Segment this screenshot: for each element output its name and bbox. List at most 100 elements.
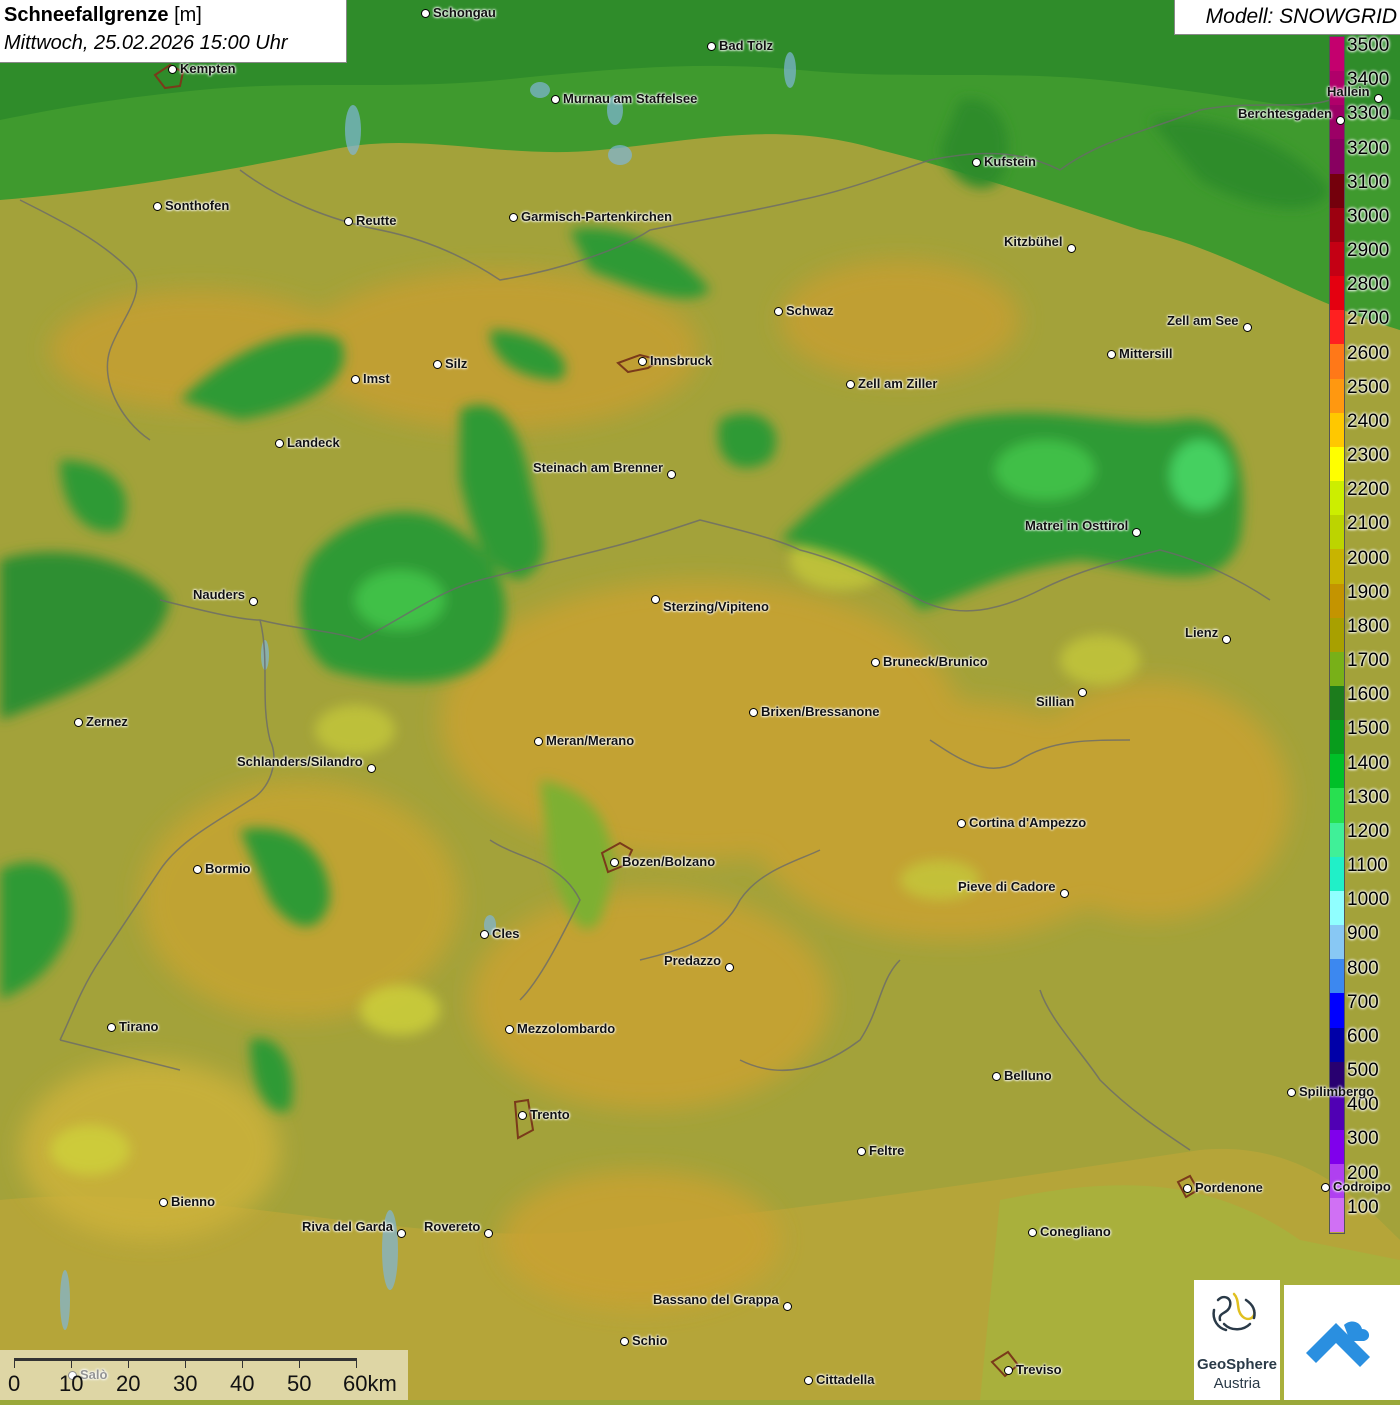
city-label[interactable]: Feltre [869,1143,904,1158]
city-label[interactable]: Steinach am Brenner [533,460,663,475]
city-marker[interactable] [517,1110,527,1120]
city-marker[interactable] [956,818,966,828]
city-label[interactable]: Predazzo [664,953,721,968]
city-marker[interactable] [274,438,284,448]
city-label[interactable]: Sterzing/Vipiteno [663,599,769,614]
city-marker[interactable] [1335,115,1345,125]
city-marker[interactable] [1066,243,1076,253]
city-label[interactable]: Pordenone [1195,1180,1263,1195]
city-marker[interactable] [504,1024,514,1034]
city-marker[interactable] [550,94,560,104]
city-label[interactable]: Bienno [171,1194,215,1209]
city-marker[interactable] [724,962,734,972]
city-label[interactable]: Spilimbergo [1299,1084,1374,1099]
city-label[interactable]: Rovereto [424,1219,480,1234]
city-marker[interactable] [782,1301,792,1311]
city-marker[interactable] [1059,888,1069,898]
city-marker[interactable] [1131,527,1141,537]
city-label[interactable]: Treviso [1016,1362,1062,1377]
city-marker[interactable] [483,1228,493,1238]
city-label[interactable]: Hallein [1327,84,1370,99]
city-label[interactable]: Reutte [356,213,396,228]
city-label[interactable]: Cittadella [816,1372,875,1387]
city-label[interactable]: Nauders [193,587,245,602]
city-label[interactable]: Tirano [119,1019,159,1034]
city-marker[interactable] [1077,687,1087,697]
city-label[interactable]: Pieve di Cadore [958,879,1056,894]
city-marker[interactable] [158,1197,168,1207]
city-marker[interactable] [1286,1087,1296,1097]
city-label[interactable]: Zernez [86,714,128,729]
city-marker[interactable] [748,707,758,717]
city-label[interactable]: Sonthofen [165,198,229,213]
city-marker[interactable] [479,929,489,939]
city-marker[interactable] [152,201,162,211]
city-marker[interactable] [666,469,676,479]
city-label[interactable]: Kempten [180,61,236,76]
city-marker[interactable] [533,736,543,746]
city-marker[interactable] [773,306,783,316]
city-marker[interactable] [1027,1227,1037,1237]
city-label[interactable]: Conegliano [1040,1224,1111,1239]
city-label[interactable]: Meran/Merano [546,733,634,748]
city-label[interactable]: Kufstein [984,154,1036,169]
city-label[interactable]: Lienz [1185,625,1218,640]
city-label[interactable]: Zell am See [1167,313,1239,328]
city-marker[interactable] [1320,1182,1330,1192]
city-marker[interactable] [971,157,981,167]
city-label[interactable]: Riva del Garda [302,1219,393,1234]
city-marker[interactable] [870,657,880,667]
city-label[interactable]: Cles [492,926,519,941]
city-label[interactable]: Bruneck/Brunico [883,654,988,669]
city-marker[interactable] [619,1336,629,1346]
city-label[interactable]: Codroipo [1333,1179,1391,1194]
city-marker[interactable] [106,1022,116,1032]
city-label[interactable]: Trento [530,1107,570,1122]
city-marker[interactable] [1221,634,1231,644]
city-label[interactable]: Brixen/Bressanone [761,704,880,719]
geosphere-logo[interactable]: GeoSphere Austria [1194,1280,1280,1400]
city-label[interactable]: Landeck [287,435,340,450]
city-marker[interactable] [343,216,353,226]
city-label[interactable]: Mezzolombardo [517,1021,615,1036]
city-label[interactable]: Kitzbühel [1004,234,1063,249]
city-marker[interactable] [396,1228,406,1238]
city-marker[interactable] [706,41,716,51]
city-label[interactable]: Mittersill [1119,346,1172,361]
city-marker[interactable] [845,379,855,389]
city-marker[interactable] [637,356,647,366]
city-label[interactable]: Innsbruck [650,353,712,368]
city-label[interactable]: Garmisch-Partenkirchen [521,209,672,224]
city-marker[interactable] [167,64,177,74]
city-label[interactable]: Schlanders/Silandro [237,754,363,769]
city-label[interactable]: Sillian [1036,694,1074,709]
city-marker[interactable] [609,857,619,867]
city-label[interactable]: Bassano del Grappa [653,1292,779,1307]
city-label[interactable]: Berchtesgaden [1238,106,1332,121]
city-marker[interactable] [192,864,202,874]
city-marker[interactable] [1106,349,1116,359]
city-marker[interactable] [248,596,258,606]
city-marker[interactable] [350,374,360,384]
city-marker[interactable] [508,212,518,222]
city-marker[interactable] [420,8,430,18]
city-marker[interactable] [1242,322,1252,332]
city-marker[interactable] [1373,93,1383,103]
city-label[interactable]: Schwaz [786,303,834,318]
city-label[interactable]: Bad Tölz [719,38,773,53]
city-label[interactable]: Matrei in Osttirol [1025,518,1128,533]
city-marker[interactable] [856,1146,866,1156]
city-label[interactable]: Bozen/Bolzano [622,854,715,869]
city-marker[interactable] [73,717,83,727]
city-label[interactable]: Bormio [205,861,251,876]
city-marker[interactable] [366,763,376,773]
city-marker[interactable] [1003,1365,1013,1375]
city-label[interactable]: Murnau am Staffelsee [563,91,697,106]
city-label[interactable]: Schio [632,1333,667,1348]
app-logo[interactable] [1284,1285,1400,1400]
city-marker[interactable] [432,359,442,369]
city-marker[interactable] [991,1071,1001,1081]
city-marker[interactable] [1182,1183,1192,1193]
city-label[interactable]: Imst [363,371,390,386]
city-label[interactable]: Silz [445,356,467,371]
